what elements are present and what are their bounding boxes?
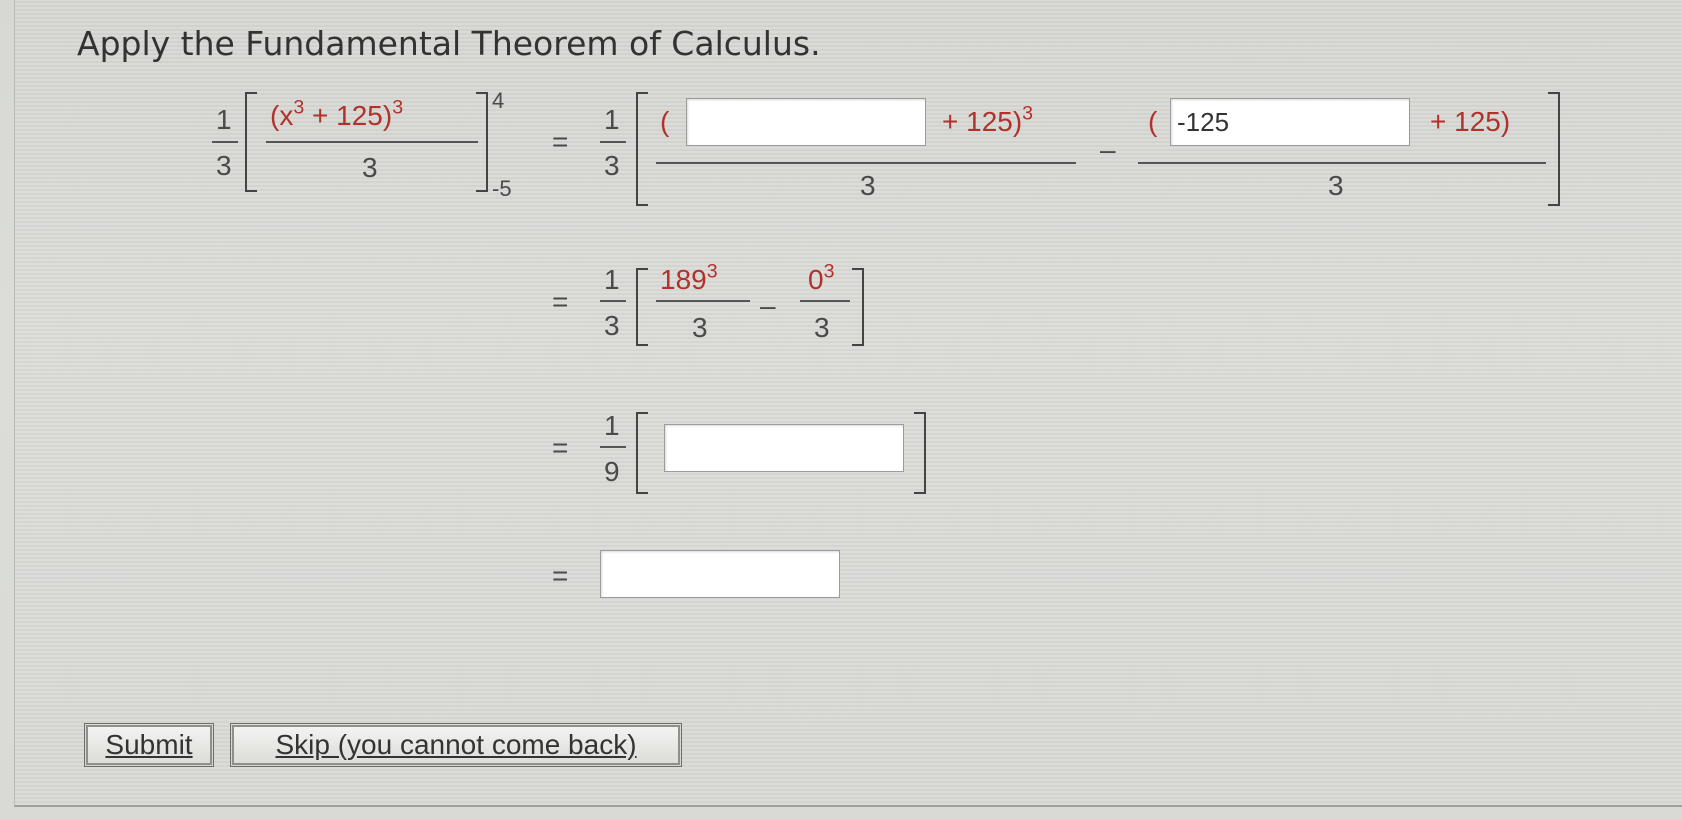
step1-coef-bar (600, 141, 626, 143)
lhs-denominator: 3 (362, 152, 378, 183)
step2-term1-bar (656, 300, 750, 302)
upper-limit: 4 (492, 88, 505, 113)
lhs-coef-bar (212, 141, 238, 143)
step2-term2-bar (800, 300, 850, 302)
step2-minus: – (760, 290, 776, 321)
step1-denominator-2: 3 (1328, 170, 1344, 201)
step2-right-bracket (852, 268, 864, 346)
lhs-inner-exponent: 3 (293, 96, 305, 119)
step2-equals: = (552, 286, 569, 317)
lhs-left-bracket (245, 92, 257, 192)
lhs-numerator-plus: + 125) (304, 100, 393, 131)
step3-right-bracket (914, 412, 926, 494)
step1-minus: – (1100, 134, 1116, 165)
step3-coef-bar (600, 446, 626, 448)
step1-left-bracket (636, 92, 648, 206)
step1-fraction-bar-2 (1138, 162, 1546, 164)
step2-coef-denominator: 3 (604, 310, 620, 341)
step1-equals: = (552, 126, 569, 157)
step2-left-bracket (636, 268, 648, 346)
question-title: Apply the Fundamental Theorem of Calculu… (77, 24, 821, 63)
lhs-numerator-open: (x (270, 100, 294, 131)
step2-coef-bar (600, 300, 626, 302)
step2-term2-denominator: 3 (814, 312, 830, 343)
step3-coef-denominator: 9 (604, 456, 620, 487)
step3-left-bracket (636, 412, 648, 494)
step1-denominator-1: 3 (860, 170, 876, 201)
step1-plus-exponent: 3 (1022, 102, 1034, 125)
skip-button[interactable]: Skip (you cannot come back) (230, 723, 682, 767)
step4-equals: = (552, 560, 569, 591)
lhs-coef-denominator: 3 (216, 150, 232, 181)
step1-plus-term-text: + 125) (942, 106, 1023, 137)
final-answer-input[interactable] (600, 550, 840, 598)
step1-plus-term-2: + 125) (1430, 106, 1511, 137)
step3-coef-numerator: 1 (604, 410, 620, 441)
step1-plus-term: + 125)3 (942, 103, 1033, 138)
step1-right-bracket (1548, 92, 1560, 206)
lhs-outer-exponent: 3 (392, 96, 404, 119)
step1-input-1[interactable] (686, 98, 926, 146)
step2-term2-base: 0 (808, 264, 824, 295)
lhs-numerator: (x3 + 125)3 (270, 97, 403, 132)
step2-term1-numerator: 1893 (660, 261, 718, 296)
step1-coef-numerator: 1 (604, 104, 620, 135)
lhs-fraction-bar (266, 141, 478, 143)
step2-term2-exponent: 3 (823, 260, 835, 283)
lhs-right-bracket (476, 92, 488, 192)
submit-button[interactable]: Submit (84, 723, 214, 767)
step2-term2-numerator: 03 (808, 261, 834, 296)
lhs-coef-numerator: 1 (216, 104, 232, 135)
step1-paren-open-2: ( (1148, 106, 1158, 137)
step1-coef-denominator: 3 (604, 150, 620, 181)
step1-input-2[interactable] (1170, 98, 1410, 146)
step3-equals: = (552, 432, 569, 463)
step1-fraction-bar-1 (656, 162, 1076, 164)
step2-term1-denominator: 3 (692, 312, 708, 343)
step2-coef-numerator: 1 (604, 264, 620, 295)
step2-term1-exponent: 3 (706, 260, 718, 283)
step2-term1-base: 189 (660, 264, 707, 295)
step1-paren-open: ( (660, 106, 670, 137)
lower-limit: -5 (492, 176, 512, 201)
step3-answer-input[interactable] (664, 424, 904, 472)
